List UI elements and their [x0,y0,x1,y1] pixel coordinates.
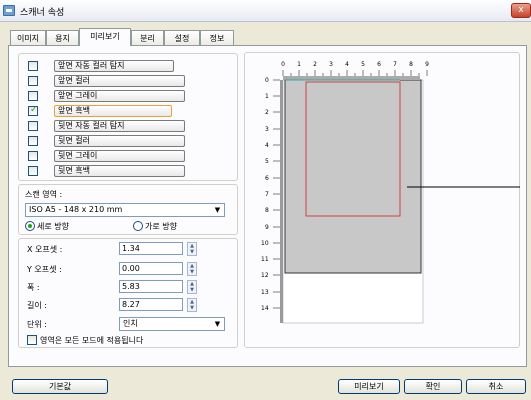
y-ruler-label: 14 [261,305,269,312]
x-offset-label: X 오프셋 : [27,245,63,254]
x-ruler-label: 1 [297,61,301,68]
x-offset-spinner[interactable]: ▲ ▼ [187,242,197,256]
width-spinner[interactable]: ▲ ▼ [187,280,197,294]
option-checkbox[interactable] [28,61,38,71]
y-ruler-label: 3 [265,126,269,133]
x-offset-input[interactable]: 1.34 [119,242,183,255]
apply-all-label: 영역은 모든 모드에 적용됩니다 [40,336,144,345]
width-label: 폭 : [27,283,40,292]
width-input[interactable]: 5.83 [119,280,183,293]
preview-image [284,79,422,274]
ok-button[interactable]: 확인 [404,379,462,394]
x-ruler-label: 0 [281,61,285,68]
landscape-label: 가로 방향 [145,222,177,231]
option-label[interactable]: 뒷면 자동 컬러 탐지 [54,120,185,132]
option-checkbox[interactable] [28,166,38,176]
y-ruler-label: 6 [265,175,269,182]
option-label[interactable]: 뒷면 흑백 [54,165,185,177]
option-checkbox[interactable] [28,76,38,86]
tab-settings[interactable]: 설정 [164,30,200,45]
top-ruler-bar [283,76,420,80]
preview-group: 0 1 2 3 4 5 6 7 8 9 0 1 2 3 4 5 6 7 8 9 … [244,52,520,348]
y-ruler-label: 0 [265,77,269,84]
x-ruler-label: 9 [425,61,429,68]
y-ruler-label: 12 [261,272,269,279]
y-ruler-label: 11 [261,256,269,263]
y-ruler-label: 5 [265,158,269,165]
chevron-down-icon[interactable]: ▼ [211,318,224,330]
x-ruler-ticks [282,70,428,76]
length-label: 길이 : [27,301,47,310]
portrait-label: 세로 방향 [37,222,69,231]
x-ruler-label: 4 [345,61,349,68]
x-ruler-label: 8 [409,61,413,68]
option-label[interactable]: 앞면 컬러 [54,75,185,87]
default-button[interactable]: 기본값 [12,379,108,394]
tab-paper[interactable]: 용지 [46,30,79,45]
close-button[interactable]: x [511,3,531,18]
image-options-group: 앞면 자동 컬러 탐지 앞면 컬러 앞면 그레이 앞면 흑백 뒷면 자동 컬러 … [18,53,238,181]
unit-label: 단위 : [27,320,47,329]
tab-info[interactable]: 정보 [200,30,234,45]
length-input[interactable]: 8.27 [119,298,183,311]
x-ruler-label: 2 [313,61,317,68]
tab-preview[interactable]: 미리보기 [79,28,131,46]
title-bar: 스캐너 속성 x [0,0,531,22]
parameters-group: X 오프셋 : 1.34 ▲ ▼ Y 오프셋 : 0.00 ▲ ▼ 폭 : 5.83… [18,238,238,348]
option-checkbox[interactable] [28,91,38,101]
option-label[interactable]: 앞면 자동 컬러 탐지 [54,60,174,72]
apply-all-checkbox[interactable] [27,335,37,345]
x-ruler-label: 6 [377,61,381,68]
option-checkbox[interactable] [28,121,38,131]
option-label[interactable]: 뒷면 그레이 [54,150,185,162]
left-ruler-bar [280,80,283,323]
portrait-radio[interactable] [25,221,35,231]
scan-area-value: ISO A5 - 148 x 210 mm [29,205,123,214]
y-ruler-label: 4 [265,142,269,149]
y-ruler-label: 1 [265,93,269,100]
x-ruler-label: 3 [329,61,333,68]
cancel-button[interactable]: 취소 [466,379,526,394]
x-ruler-label: 5 [361,61,365,68]
y-offset-input[interactable]: 0.00 [119,262,183,275]
option-label[interactable]: 뒷면 컬러 [54,135,185,147]
option-checkbox[interactable] [28,151,38,161]
option-checkbox-checked[interactable] [28,105,38,116]
y-ruler-label: 13 [261,289,269,296]
y-offset-label: Y 오프셋 : [27,265,62,274]
window-title: 스캐너 속성 [20,8,65,18]
preview-button[interactable]: 미리보기 [338,379,400,394]
length-spinner[interactable]: ▲ ▼ [187,298,197,312]
option-label[interactable]: 앞면 그레이 [54,90,185,102]
scan-area-label: 스캔 영역 : [25,190,63,199]
tab-separation[interactable]: 분리 [131,30,164,45]
app-icon [3,5,15,16]
landscape-radio[interactable] [133,221,143,231]
y-ruler-label: 7 [265,191,269,198]
tab-image[interactable]: 이미지 [10,30,46,45]
unit-select[interactable]: 인치 ▼ [119,317,225,331]
chevron-down-icon[interactable]: ▼ [211,204,224,216]
option-checkbox[interactable] [28,136,38,146]
option-label-selected[interactable]: 앞면 흑백 [54,105,172,117]
x-ruler-label: 7 [393,61,397,68]
preview-canvas[interactable]: 0 1 2 3 4 5 6 7 8 9 0 1 2 3 4 5 6 7 8 9 … [245,53,521,349]
y-ruler-label: 9 [265,224,269,231]
scan-area-select[interactable]: ISO A5 - 148 x 210 mm ▼ [25,203,225,217]
y-offset-spinner[interactable]: ▲ ▼ [187,262,197,276]
y-ruler-label: 8 [265,207,269,214]
scan-area-group: 스캔 영역 : ISO A5 - 148 x 210 mm ▼ 세로 방향 가로… [18,184,238,235]
y-ruler-ticks [273,79,280,309]
unit-value: 인치 [123,319,138,328]
y-ruler-label: 2 [265,109,269,116]
y-ruler-label: 10 [261,240,269,247]
